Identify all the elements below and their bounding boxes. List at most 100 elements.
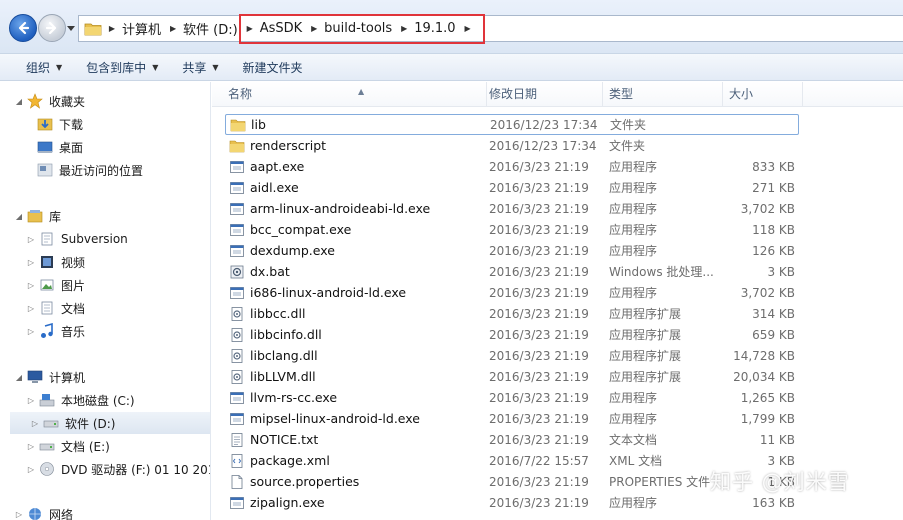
file-list-view[interactable]: 名称 ▲ 修改日期 类型 大小 lib 2016/12/23 17:34 文件夹 re… <box>212 82 903 520</box>
file-name-cell[interactable]: libLLVM.dll <box>229 369 489 385</box>
expand-arrow-icon[interactable]: ▷ <box>26 465 36 474</box>
column-header-type[interactable]: 类型 <box>603 82 723 107</box>
file-row[interactable]: llvm-rs-cc.exe 2016/3/23 21:19 应用程序 1,265 K… <box>225 387 799 408</box>
file-name-cell[interactable]: i686-linux-android-ld.exe <box>229 285 489 301</box>
column-header-name[interactable]: 名称 ▲ <box>222 82 487 107</box>
expand-arrow-icon[interactable]: ▷ <box>30 419 40 428</box>
back-button[interactable] <box>9 14 37 42</box>
address-box[interactable]: ▶ 计算机 ▶ 软件 (D:) ▶ AsSDK ▶ build-tools ▶ … <box>78 15 903 42</box>
document-library-icon <box>41 232 53 246</box>
sidebar-item-drive-f[interactable]: ▷ DVD 驱动器 (F:) 01 10 2018 <box>26 458 210 480</box>
sidebar-label: 音乐 <box>61 324 86 339</box>
file-row[interactable]: libLLVM.dll 2016/3/23 21:19 应用程序扩展 20,034 K… <box>225 366 799 387</box>
expand-arrow-icon[interactable]: ▷ <box>14 510 24 519</box>
sidebar-item-favorites[interactable]: ◢ 收藏夹 <box>14 90 85 112</box>
file-row[interactable]: libbcc.dll 2016/3/23 21:19 应用程序扩展 314 KB <box>225 303 799 324</box>
file-row[interactable]: libbcinfo.dll 2016/3/23 21:19 应用程序扩展 659 KB <box>225 324 799 345</box>
sidebar-item-recent[interactable]: 最近访问的位置 <box>37 159 143 181</box>
expand-arrow-icon[interactable]: ▷ <box>26 304 36 313</box>
file-row[interactable]: arm-linux-androideabi-ld.exe 2016/3/23 21… <box>225 198 799 219</box>
breadcrumb-version[interactable]: 19.1.0 <box>410 21 461 36</box>
file-row[interactable]: aidl.exe 2016/3/23 21:19 应用程序 271 KB <box>225 177 799 198</box>
file-name-cell[interactable]: source.properties <box>229 474 489 490</box>
breadcrumb-chevron-icon[interactable]: ▶ <box>308 24 320 33</box>
file-row[interactable]: mipsel-linux-android-ld.exe 2016/3/23 21:… <box>225 408 799 429</box>
breadcrumb-build-tools[interactable]: build-tools <box>320 21 398 36</box>
expand-arrow-icon[interactable]: ▷ <box>26 281 36 290</box>
file-name-cell[interactable]: mipsel-linux-android-ld.exe <box>229 411 489 427</box>
sidebar-item-downloads[interactable]: 下载 <box>37 113 83 135</box>
breadcrumb-chevron-icon[interactable]: ▶ <box>398 24 410 33</box>
breadcrumb-chevron-icon[interactable]: ▶ <box>167 24 179 33</box>
column-header-modified[interactable]: 修改日期 <box>483 82 603 107</box>
breadcrumb-chevron-icon[interactable]: ▶ <box>106 24 118 33</box>
sidebar-item-desktop[interactable]: 桌面 <box>37 136 83 158</box>
file-row[interactable]: bcc_compat.exe 2016/3/23 21:19 应用程序 118 KB <box>225 219 799 240</box>
file-name-cell[interactable]: libbcinfo.dll <box>229 327 489 343</box>
expand-arrow-icon[interactable]: ▷ <box>26 235 36 244</box>
sidebar-item-documents[interactable]: ▷ 文档 <box>26 297 85 319</box>
file-row[interactable]: lib 2016/12/23 17:34 文件夹 <box>225 114 799 135</box>
column-header-size[interactable]: 大小 <box>723 82 803 107</box>
file-name-cell[interactable]: bcc_compat.exe <box>229 222 489 238</box>
navigation-pane[interactable]: ◢ 收藏夹 下载 桌面 最近访问的位置 ◢ 库 ▷ Subversion ▷ 视… <box>0 82 211 520</box>
new-folder-button[interactable]: 新建文件夹 <box>231 59 315 76</box>
sidebar-item-computer[interactable]: ◢ 计算机 <box>14 366 85 388</box>
file-name-cell[interactable]: package.xml <box>229 453 489 469</box>
file-name-cell[interactable]: dexdump.exe <box>229 243 489 259</box>
collapse-arrow-icon[interactable]: ◢ <box>14 97 24 106</box>
file-size: 20,034 KB <box>733 369 795 384</box>
address-bar-row: ▶ 计算机 ▶ 软件 (D:) ▶ AsSDK ▶ build-tools ▶ … <box>0 0 903 54</box>
sidebar-item-subversion[interactable]: ▷ Subversion <box>26 228 128 250</box>
file-row[interactable]: dexdump.exe 2016/3/23 21:19 应用程序 126 KB <box>225 240 799 261</box>
sidebar-item-network[interactable]: ▷ 网络 <box>14 503 73 520</box>
file-type: 文件夹 <box>609 139 646 153</box>
file-name-cell[interactable]: renderscript <box>229 138 489 154</box>
file-type: 应用程序 <box>609 181 658 195</box>
sidebar-item-drive-e[interactable]: ▷ 文档 (E:) <box>26 435 110 457</box>
sidebar-item-drive-c[interactable]: ▷ 本地磁盘 (C:) <box>26 389 135 411</box>
file-name-cell[interactable]: libbcc.dll <box>229 306 489 322</box>
file-row[interactable]: i686-linux-android-ld.exe 2016/3/23 21:19… <box>225 282 799 303</box>
sidebar-item-drive-d[interactable]: ▷ 软件 (D:) <box>10 412 210 434</box>
expand-arrow-icon[interactable]: ▷ <box>26 442 36 451</box>
file-row[interactable]: renderscript 2016/12/23 17:34 文件夹 <box>225 135 799 156</box>
file-name-cell[interactable]: libclang.dll <box>229 348 489 364</box>
breadcrumb-chevron-icon[interactable]: ▶ <box>462 24 474 33</box>
collapse-arrow-icon[interactable]: ◢ <box>14 373 24 382</box>
file-name-cell[interactable]: arm-linux-androideabi-ld.exe <box>229 201 489 217</box>
file-size: 833 KB <box>752 159 795 174</box>
file-row[interactable]: NOTICE.txt 2016/3/23 21:19 文本文档 11 KB <box>225 429 799 450</box>
organize-button[interactable]: 组织 ▼ <box>14 59 74 76</box>
file-name-cell[interactable]: zipalign.exe <box>229 495 489 511</box>
include-library-button[interactable]: 包含到库中 ▼ <box>74 59 170 76</box>
sidebar-item-videos[interactable]: ▷ 视频 <box>26 251 85 273</box>
sidebar-label: 库 <box>49 209 62 224</box>
expand-arrow-icon[interactable]: ▷ <box>26 396 36 405</box>
history-dropdown-icon[interactable] <box>67 24 75 32</box>
file-name-cell[interactable]: NOTICE.txt <box>229 432 489 448</box>
breadcrumb-computer[interactable]: 计算机 <box>118 19 167 38</box>
file-row[interactable]: dx.bat 2016/3/23 21:19 Windows 批处理... 3 KB <box>225 261 799 282</box>
sidebar-item-music[interactable]: ▷ 音乐 <box>26 320 85 342</box>
expand-arrow-icon[interactable]: ▷ <box>26 258 36 267</box>
breadcrumb-drive-d[interactable]: 软件 (D:) <box>179 19 244 38</box>
file-date: 2016/3/23 21:19 <box>489 180 589 195</box>
file-name-cell[interactable]: llvm-rs-cc.exe <box>229 390 489 406</box>
breadcrumb-assdk[interactable]: AsSDK <box>256 21 308 36</box>
file-name-cell[interactable]: dx.bat <box>229 264 489 280</box>
file-name-cell[interactable]: lib <box>230 117 490 133</box>
file-row[interactable]: libclang.dll 2016/3/23 21:19 应用程序扩展 14,728 … <box>225 345 799 366</box>
file-type: 应用程序 <box>609 202 658 216</box>
file-name-cell[interactable]: aidl.exe <box>229 180 489 196</box>
share-button[interactable]: 共享 ▼ <box>170 59 230 76</box>
collapse-arrow-icon[interactable]: ◢ <box>14 212 24 221</box>
sidebar-item-pictures[interactable]: ▷ 图片 <box>26 274 85 296</box>
breadcrumb-chevron-icon[interactable]: ▶ <box>244 24 256 33</box>
sidebar-item-libraries[interactable]: ◢ 库 <box>14 205 61 227</box>
file-name-cell[interactable]: aapt.exe <box>229 159 489 175</box>
expand-arrow-icon[interactable]: ▷ <box>26 327 36 336</box>
forward-button[interactable] <box>38 14 66 42</box>
file-row[interactable]: aapt.exe 2016/3/23 21:19 应用程序 833 KB <box>225 156 799 177</box>
exe-icon <box>230 244 244 257</box>
